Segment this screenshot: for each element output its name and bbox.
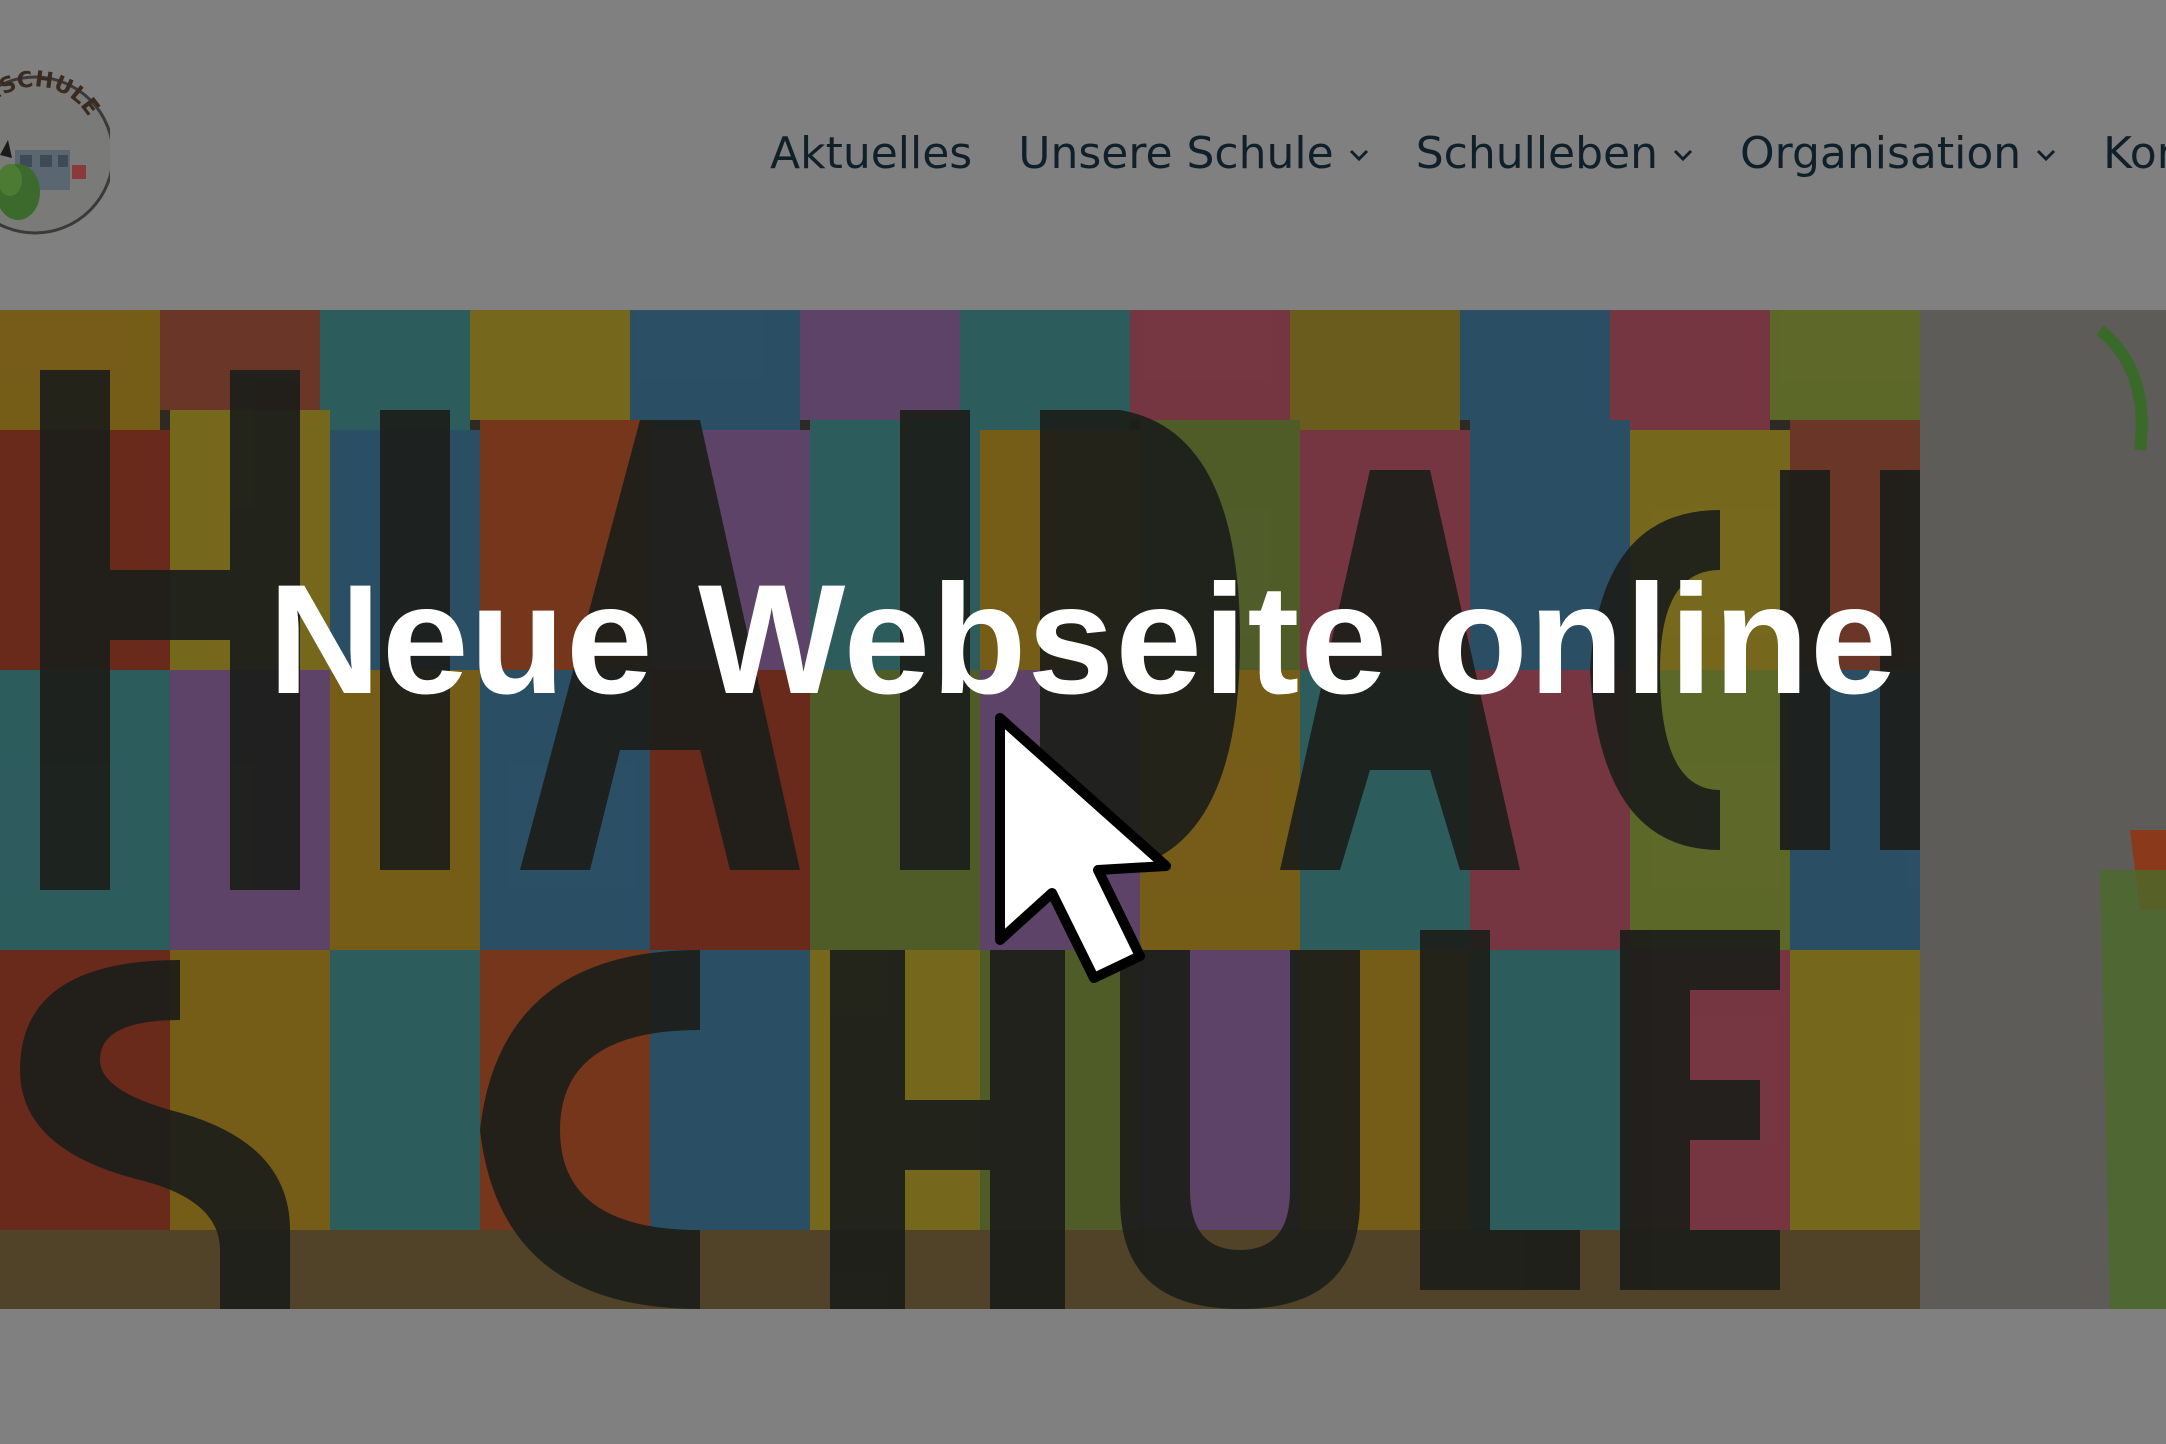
nav-label: Schulleben bbox=[1415, 127, 1659, 179]
hero-banner: Neue Webseite online bbox=[0, 310, 2166, 1309]
logo-image: CHSCHULE bbox=[0, 67, 115, 235]
nav-item-unsere-schule[interactable]: Unsere Schule bbox=[1018, 128, 1369, 179]
nav-label: Organisation bbox=[1740, 127, 2022, 179]
chevron-down-icon bbox=[1673, 149, 1693, 162]
nav-label: Unsere Schule bbox=[1018, 127, 1334, 179]
nav-item-schulleben[interactable]: Schulleben bbox=[1416, 128, 1694, 179]
hero-title: Neue Webseite online bbox=[268, 553, 1898, 727]
nav-label: Kontakt bbox=[2103, 127, 2166, 179]
nav-item-organisation[interactable]: Organisation bbox=[1740, 128, 2057, 179]
chevron-down-icon bbox=[1349, 149, 1368, 162]
mouse-cursor-icon bbox=[995, 713, 1171, 983]
chevron-down-icon bbox=[2037, 149, 2056, 162]
page-bottom-band bbox=[0, 1309, 2166, 1444]
school-logo[interactable]: CHSCHULE bbox=[0, 40, 115, 245]
site-header: CHSCHULE Aktuelles Unsere Schule Schulle… bbox=[0, 0, 2166, 310]
nav-item-kontakt[interactable]: Kontakt bbox=[2103, 128, 2166, 179]
nav-label: Aktuelles bbox=[770, 127, 973, 179]
nav-item-aktuelles[interactable]: Aktuelles bbox=[770, 128, 972, 179]
main-navigation: Aktuelles Unsere Schule Schulleben Organ… bbox=[770, 118, 2166, 188]
